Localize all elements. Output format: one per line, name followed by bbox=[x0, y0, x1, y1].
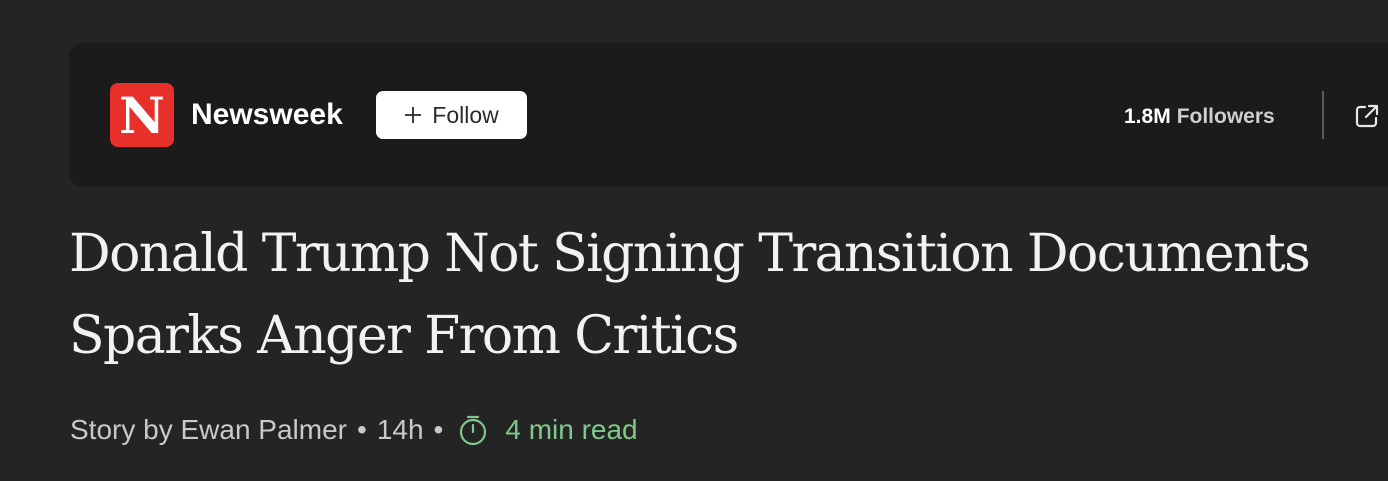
followers-number: 1.8M bbox=[1124, 105, 1171, 128]
follow-button[interactable]: Follow bbox=[376, 91, 527, 139]
article-byline: Story by Ewan Palmer • 14h • 4 min read bbox=[70, 410, 638, 450]
logo-letter: N bbox=[119, 86, 165, 145]
article-headline: Donald Trump Not Signing Transition Docu… bbox=[69, 224, 1311, 366]
followers-count: 1.8M Followers bbox=[1124, 103, 1275, 131]
separator-dot: • bbox=[357, 414, 367, 445]
separator-dot: • bbox=[433, 414, 444, 445]
published-time: 14h bbox=[376, 414, 424, 445]
publisher-card: N Newsweek Follow 1.8M Followers bbox=[69, 43, 1388, 187]
follow-label: Follow bbox=[432, 102, 499, 128]
author-byline: Story by Ewan Palmer bbox=[70, 414, 347, 445]
timer-icon bbox=[460, 415, 487, 446]
plus-icon bbox=[405, 107, 422, 123]
open-external-icon[interactable] bbox=[1352, 101, 1382, 131]
divider bbox=[1322, 91, 1324, 139]
newsweek-logo[interactable]: N bbox=[110, 83, 174, 147]
publisher-name[interactable]: Newsweek bbox=[191, 97, 343, 133]
followers-label: Followers bbox=[1176, 105, 1275, 128]
read-time: 4 min read bbox=[505, 414, 638, 445]
